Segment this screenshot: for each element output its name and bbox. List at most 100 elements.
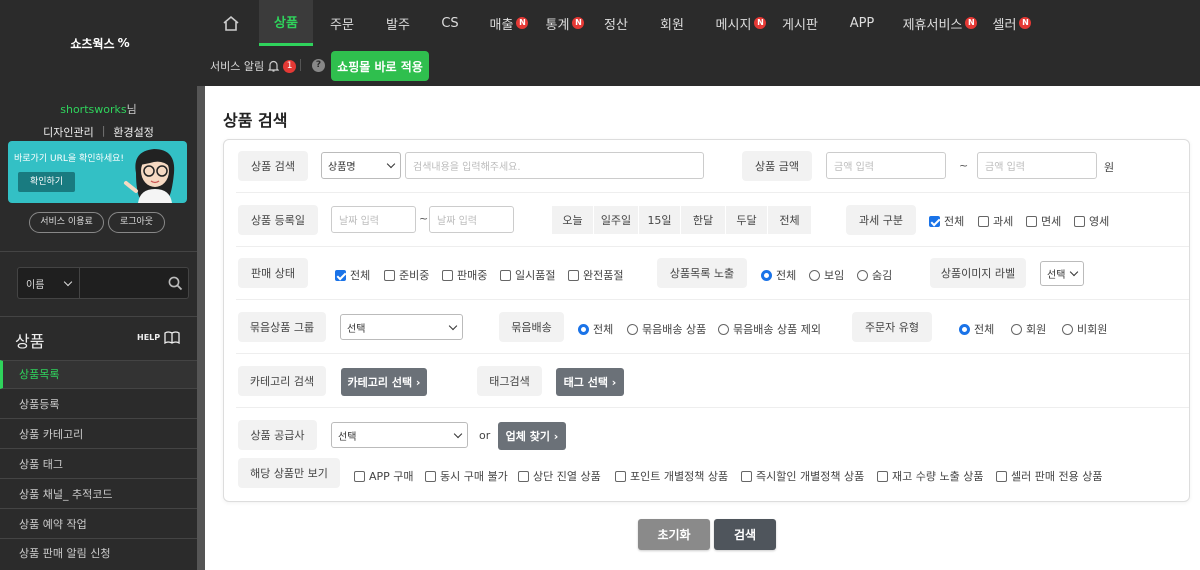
filter-top-display-checkbox[interactable]: 상단 진열 상품 bbox=[518, 468, 601, 484]
bundle-exclude-radio[interactable]: 묶음배송 상품 제외 bbox=[718, 321, 821, 337]
supplier-select[interactable]: 선택 bbox=[331, 422, 468, 448]
sidebar-item-product-register[interactable]: 상품등록 bbox=[19, 396, 59, 412]
exposure-show-radio[interactable]: 보임 bbox=[809, 267, 844, 283]
nav-item-product[interactable]: 상품 bbox=[259, 0, 313, 46]
checkbox-checked bbox=[929, 215, 940, 227]
banner-confirm-button[interactable]: 확인하기 bbox=[18, 172, 75, 192]
select-value: 선택 bbox=[347, 323, 366, 335]
or-text: or bbox=[479, 429, 491, 442]
sidebar-search-input[interactable] bbox=[81, 268, 161, 298]
orderer-member-radio[interactable]: 회원 bbox=[1011, 321, 1046, 337]
exposure-hide-radio[interactable]: 숨김 bbox=[857, 267, 892, 283]
service-alert[interactable]: 서비스 알림 1 bbox=[210, 58, 297, 74]
filter-seller-only-checkbox[interactable]: 셀러 판매 전용 상품 bbox=[996, 468, 1102, 484]
sale-onsale-checkbox[interactable]: 판매중 bbox=[442, 267, 487, 283]
reg-date-from-input[interactable]: 날짜 입력 bbox=[331, 206, 416, 233]
sidebar-item-product-reservation[interactable]: 상품 예약 작업 bbox=[19, 516, 87, 532]
help-icon[interactable]: ? bbox=[312, 59, 325, 72]
tax-all-checkbox[interactable]: 전체 bbox=[929, 213, 964, 229]
help-link[interactable]: HELP bbox=[137, 331, 180, 344]
radio-selected bbox=[761, 269, 772, 281]
search-icon[interactable] bbox=[168, 276, 183, 291]
nav-item-order[interactable]: 주문 bbox=[320, 0, 364, 46]
home-button[interactable] bbox=[211, 0, 251, 46]
sidebar-scrollbar[interactable] bbox=[197, 86, 205, 570]
sale-soldout-checkbox[interactable]: 완전품절 bbox=[568, 267, 623, 283]
design-manage-link[interactable]: 디자인관리 bbox=[43, 124, 94, 140]
nav-item-cs[interactable]: CS bbox=[432, 0, 468, 46]
sidebar-item-product-channel[interactable]: 상품 채널_ 추적코드 bbox=[19, 486, 112, 502]
radio-label: 묶음배송 상품 bbox=[642, 323, 707, 336]
price-to-input[interactable]: 금액 입력 bbox=[977, 152, 1097, 179]
sale-ready-checkbox[interactable]: 준비중 bbox=[384, 267, 429, 283]
nav-item-members[interactable]: 회원 bbox=[654, 0, 690, 46]
nav-item-sales[interactable]: 매출 N bbox=[486, 0, 532, 46]
checkbox-label: 일시품절 bbox=[515, 269, 556, 282]
period-15days-button[interactable]: 15일 bbox=[639, 206, 681, 234]
nav-item-stats[interactable]: 통계 N bbox=[542, 0, 588, 46]
nav-item-partner[interactable]: 제휴서비스 N bbox=[900, 0, 980, 46]
checkbox-label: 재고 수량 노출 상품 bbox=[892, 470, 984, 483]
filter-app-checkbox[interactable]: APP 구매 bbox=[354, 468, 414, 484]
sidebar-item-product-tag[interactable]: 상품 태그 bbox=[19, 456, 63, 472]
select-value: 상품명 bbox=[328, 162, 356, 173]
nav-label: 회원 bbox=[660, 17, 684, 33]
search-button[interactable]: 검색 bbox=[714, 519, 776, 550]
logout-button[interactable]: 로그아웃 bbox=[108, 212, 165, 233]
bundle-all-radio[interactable]: 전체 bbox=[578, 321, 613, 337]
bundle-group-select[interactable]: 선택 bbox=[340, 314, 463, 340]
sale-all-checkbox[interactable]: 전체 bbox=[335, 267, 370, 283]
orderer-guest-radio[interactable]: 비회원 bbox=[1062, 321, 1107, 337]
divider bbox=[0, 478, 197, 479]
tax-taxable-checkbox[interactable]: 과세 bbox=[978, 213, 1013, 229]
logo[interactable]: 쇼츠웍스 % bbox=[0, 0, 200, 86]
filter-point-policy-checkbox[interactable]: 포인트 개별정책 상품 bbox=[615, 468, 728, 484]
service-fee-button[interactable]: 서비스 이용료 bbox=[29, 212, 104, 233]
orderer-all-radio[interactable]: 전체 bbox=[959, 321, 994, 337]
period-month-button[interactable]: 한달 bbox=[681, 206, 726, 234]
nav-item-purchase[interactable]: 발주 bbox=[376, 0, 420, 46]
checkbox bbox=[425, 470, 436, 482]
book-icon bbox=[164, 331, 180, 344]
filter-discount-policy-checkbox[interactable]: 즉시할인 개별정책 상품 bbox=[741, 468, 864, 484]
exposure-all-radio[interactable]: 전체 bbox=[761, 267, 796, 283]
nav-item-seller[interactable]: 셀러 N bbox=[990, 0, 1034, 46]
image-label-select[interactable]: 선택 bbox=[1040, 261, 1084, 286]
select-value: 선택 bbox=[338, 431, 357, 443]
nav-label: 정산 bbox=[604, 17, 628, 33]
search-type-select[interactable]: 이름 bbox=[18, 268, 80, 298]
filter-no-combined-checkbox[interactable]: 동시 구매 불가 bbox=[425, 468, 508, 484]
product-search-type-select[interactable]: 상품명 bbox=[321, 152, 401, 179]
bundle-only-radio[interactable]: 묶음배송 상품 bbox=[627, 321, 706, 337]
reg-date-label: 상품 등록일 bbox=[238, 205, 318, 235]
sale-temp-soldout-checkbox[interactable]: 일시품절 bbox=[500, 267, 555, 283]
checkbox-label: 판매중 bbox=[457, 269, 488, 282]
tax-zero-checkbox[interactable]: 영세 bbox=[1074, 213, 1109, 229]
period-week-button[interactable]: 일주일 bbox=[594, 206, 639, 234]
filter-stock-display-checkbox[interactable]: 재고 수량 노출 상품 bbox=[877, 468, 983, 484]
nav-item-board[interactable]: 게시판 bbox=[778, 0, 822, 46]
nav-item-message[interactable]: 메시지 N bbox=[712, 0, 770, 46]
find-supplier-button[interactable]: 업체 찾기 › bbox=[498, 422, 566, 450]
product-search-input[interactable]: 검색내용을 입력해주세요. bbox=[405, 152, 704, 179]
apply-shop-button[interactable]: 쇼핑몰 바로 적용 bbox=[331, 51, 429, 81]
sidebar-item-product-list[interactable]: 상품목록 bbox=[0, 360, 197, 389]
reg-date-to-input[interactable]: 날짜 입력 bbox=[429, 206, 514, 233]
tag-select-button[interactable]: 태그 선택 › bbox=[556, 368, 624, 396]
sidebar-item-product-category[interactable]: 상품 카테고리 bbox=[19, 426, 83, 442]
period-all-button[interactable]: 전체 bbox=[768, 206, 811, 234]
sidebar-item-sale-alert[interactable]: 상품 판매 알림 신청 bbox=[19, 545, 110, 561]
env-settings-link[interactable]: 환경설정 bbox=[113, 124, 153, 140]
url-banner[interactable]: 바로가기 URL을 확인하세요! 확인하기 bbox=[8, 141, 187, 203]
tax-exempt-checkbox[interactable]: 면세 bbox=[1026, 213, 1061, 229]
price-from-input[interactable]: 금액 입력 bbox=[826, 152, 946, 179]
period-2months-button[interactable]: 두달 bbox=[726, 206, 768, 234]
new-badge: N bbox=[965, 17, 978, 29]
period-today-button[interactable]: 오늘 bbox=[552, 206, 594, 234]
category-select-button[interactable]: 카테고리 선택 › bbox=[341, 368, 427, 396]
tax-type-label: 과세 구분 bbox=[846, 205, 916, 235]
reset-button[interactable]: 초기화 bbox=[638, 519, 710, 550]
nav-item-settlement[interactable]: 정산 bbox=[598, 0, 634, 46]
nav-item-app[interactable]: APP bbox=[842, 0, 882, 46]
new-badge: N bbox=[516, 17, 529, 29]
